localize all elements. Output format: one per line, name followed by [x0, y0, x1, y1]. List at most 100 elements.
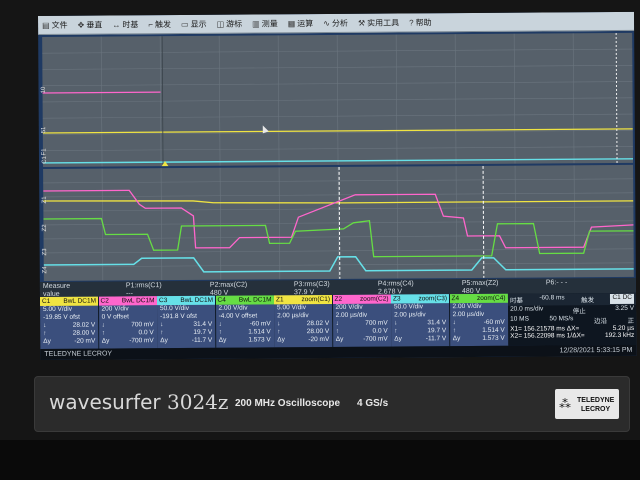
- menu-measure[interactable]: ▥ 测量: [248, 18, 284, 29]
- channel-line-value: 1.573 V: [482, 334, 505, 342]
- cursor-x2[interactable]: [482, 165, 485, 278]
- measure-param-name[interactable]: P3:rms(C3): [294, 281, 330, 288]
- cursor-x1[interactable]: [338, 166, 341, 279]
- channel-line-key: 5.00 V/div: [277, 304, 306, 312]
- trigger-icon: ⌐: [148, 19, 154, 29]
- channel-line-key: ↑: [452, 327, 456, 335]
- channel-line-key: ↑: [394, 327, 398, 335]
- trigger-state: 停止: [572, 308, 586, 316]
- channel-line: Δy -11.7 V: [391, 335, 449, 343]
- trace-marker-label[interactable]: Z3: [42, 248, 48, 255]
- menu-trigger[interactable]: ⌐ 触发: [144, 19, 177, 30]
- trace-marker-label[interactable]: Z2: [42, 224, 48, 231]
- menu-tools[interactable]: ⚒ 实用工具: [354, 17, 405, 28]
- channel-header: Z3 zoom(C3): [390, 294, 450, 304]
- channel-line-key: ↓: [218, 320, 222, 328]
- menu-label: 帮助: [415, 17, 432, 27]
- channel-descriptor-c3[interactable]: C3 BwL DC1M 50.0 V/div -191.8 V ofst ↓ 31.4 V…: [156, 295, 217, 349]
- channel-name: C4: [217, 296, 226, 304]
- timebase-trigger-descriptor[interactable]: 时基 -60.8 ms 触发 C1 DC 20.0 ms/div 停止 3.25 V 10 M…: [507, 292, 637, 346]
- measure-param-name[interactable]: P5:max(Z2): [462, 280, 499, 287]
- trace-marker-label[interactable]: 10: [41, 87, 47, 94]
- channel-name: C2: [100, 297, 109, 305]
- trace-marker-label[interactable]: C1: [42, 156, 48, 164]
- channel-descriptor-z1[interactable]: Z1 zoom(C1) 5.00 V/div 2.00 µs/div ↓ 28.02 V ↑…: [273, 294, 334, 348]
- channel-line-key: Δy: [335, 335, 344, 343]
- channel-line-key: Δy: [218, 336, 227, 344]
- menu-help[interactable]: ? 帮助: [405, 17, 438, 28]
- measure-param-name[interactable]: P1:rms(C1): [126, 282, 162, 289]
- display-icon: ▭: [180, 19, 189, 29]
- trace-marker-label[interactable]: Z1: [42, 196, 48, 203]
- teledyne-lecroy-logo: ⁂ TELEDYNE LECROY: [555, 389, 619, 419]
- channel-descriptor-z3[interactable]: Z3 zoom(C3) 50.0 V/div 2.00 µs/div ↓ 31.4 V ↑ 1…: [390, 294, 451, 347]
- channel-descriptor-bar: C1 BwL DC1M 5.00 V/div -19.85 V ofst ↓ 28.02 …: [39, 292, 637, 349]
- trace-marker-label[interactable]: 51: [41, 127, 47, 134]
- menu-label: 时基: [122, 19, 139, 29]
- channel-tags: zoom(C1): [301, 295, 331, 304]
- logo-mark-icon: ⁂: [559, 397, 571, 411]
- channel-line-key: 200 V/div: [335, 303, 363, 311]
- menu-cursor[interactable]: ◫ 游标: [213, 18, 249, 29]
- channel-line-key: ↓: [43, 321, 47, 329]
- channel-line-key: Δy: [160, 337, 168, 345]
- mouse-pointer-icon: [262, 125, 269, 134]
- measure-param-name[interactable]: P6:- - -: [546, 279, 567, 286]
- measure-param-name[interactable]: P4:rms(C4): [378, 280, 414, 287]
- overview-cursor[interactable]: [615, 32, 618, 163]
- channel-line-value: 700 mV: [131, 321, 154, 329]
- menu-file[interactable]: ▤ 文件: [38, 19, 74, 30]
- channel-line-key: -4.00 V offset: [218, 312, 258, 320]
- channel-header: C2 BwL DC1M: [98, 296, 157, 306]
- menu-vertical[interactable]: ✥ 垂直: [74, 19, 109, 30]
- channel-line-value: -700 mV: [129, 337, 154, 345]
- channel-line-key: 2.00 V/div: [218, 304, 248, 312]
- math-icon: ▦: [287, 18, 296, 28]
- trace-marker-label[interactable]: Z4: [42, 266, 48, 273]
- channel-header: C4 BwL DC1M: [215, 295, 274, 305]
- bench-surface: [0, 440, 640, 480]
- channel-descriptor-c2[interactable]: C2 BwL DC1M 200 V/div 0 V offset ↓ 700 mV ↑ 0.0…: [98, 296, 158, 349]
- footer-datetime: 12/28/2021 5:33:15 PM: [559, 346, 633, 355]
- menu-label: 文件: [51, 20, 68, 30]
- sample-rate: 50 MS/s: [549, 315, 574, 323]
- channel-line-value: 700 mV: [365, 319, 388, 327]
- channel-name: Z1: [275, 296, 284, 304]
- file-icon: ▤: [42, 20, 50, 30]
- channel-line-value: -11.7 V: [191, 336, 213, 344]
- menu-analysis[interactable]: ∿ 分析: [319, 17, 354, 28]
- channel-descriptor-c1[interactable]: C1 BwL DC1M 5.00 V/div -19.85 V ofst ↓ 28.02 …: [39, 296, 100, 349]
- channel-header: Z4 zoom(C4): [449, 293, 508, 304]
- channel-line-value: 19.7 V: [193, 328, 213, 336]
- channel-header: Z2 zoom(C2): [332, 294, 391, 304]
- tools-icon: ⚒: [357, 18, 366, 28]
- channel-line: Δy -20 mV: [274, 336, 332, 344]
- channel-line-key: 2.00 V/div: [452, 302, 482, 311]
- channel-line-key: ↑: [160, 329, 164, 337]
- trace-marker-label[interactable]: F1: [41, 148, 47, 155]
- zoom-graticule: [43, 165, 634, 281]
- menu-display[interactable]: ▭ 显示: [177, 18, 213, 29]
- menu-math[interactable]: ▦ 运算: [284, 18, 320, 29]
- channel-descriptor-z4[interactable]: Z4 zoom(C4) 2.00 V/div 2.00 µs/div ↓ -60 mV ↑ 1…: [449, 293, 509, 347]
- channel-line-key: 2.00 µs/div: [277, 312, 309, 320]
- menu-label: 测量: [261, 18, 278, 28]
- channel-name: Z4: [451, 295, 460, 303]
- oscilloscope-screen: ▤ 文件 ✥ 垂直 ↔ 时基 ⌐ 触发 ▭ 显示 ◫ 游标 ▥ 测量 ▦ 运算 ∿ 分析 ⚒ 实用工具? 帮助 10 51…: [38, 11, 637, 360]
- channel-line-key: ↑: [101, 329, 105, 337]
- channel-descriptor-z2[interactable]: Z2 zoom(C2) 200 V/div 2.00 µs/div ↓ 700 mV ↑ 0.…: [332, 294, 392, 347]
- channel-name: C1: [41, 297, 51, 305]
- channel-line-value: 1.514 V: [248, 328, 271, 336]
- channel-line-key: 5.00 V/div: [43, 305, 72, 313]
- channel-line-key: Δy: [394, 335, 402, 343]
- channel-line-value: 1.573 V: [248, 336, 271, 344]
- channel-line-value: -60 mV: [483, 318, 505, 326]
- measure-param-name[interactable]: P2:max(C2): [210, 282, 247, 289]
- channel-tags: BwL DC1M: [238, 296, 272, 304]
- channel-line-key: ↓: [452, 319, 456, 327]
- trigger-slope: 正: [627, 317, 635, 325]
- channel-descriptor-c4[interactable]: C4 BwL DC1M 2.00 V/div -4.00 V offset ↓ -60 m…: [215, 295, 275, 348]
- channel-line: Δy -700 mV: [99, 337, 157, 345]
- menu-timebase[interactable]: ↔ 时基: [108, 19, 144, 30]
- channel-line-value: 1.514 V: [482, 326, 505, 334]
